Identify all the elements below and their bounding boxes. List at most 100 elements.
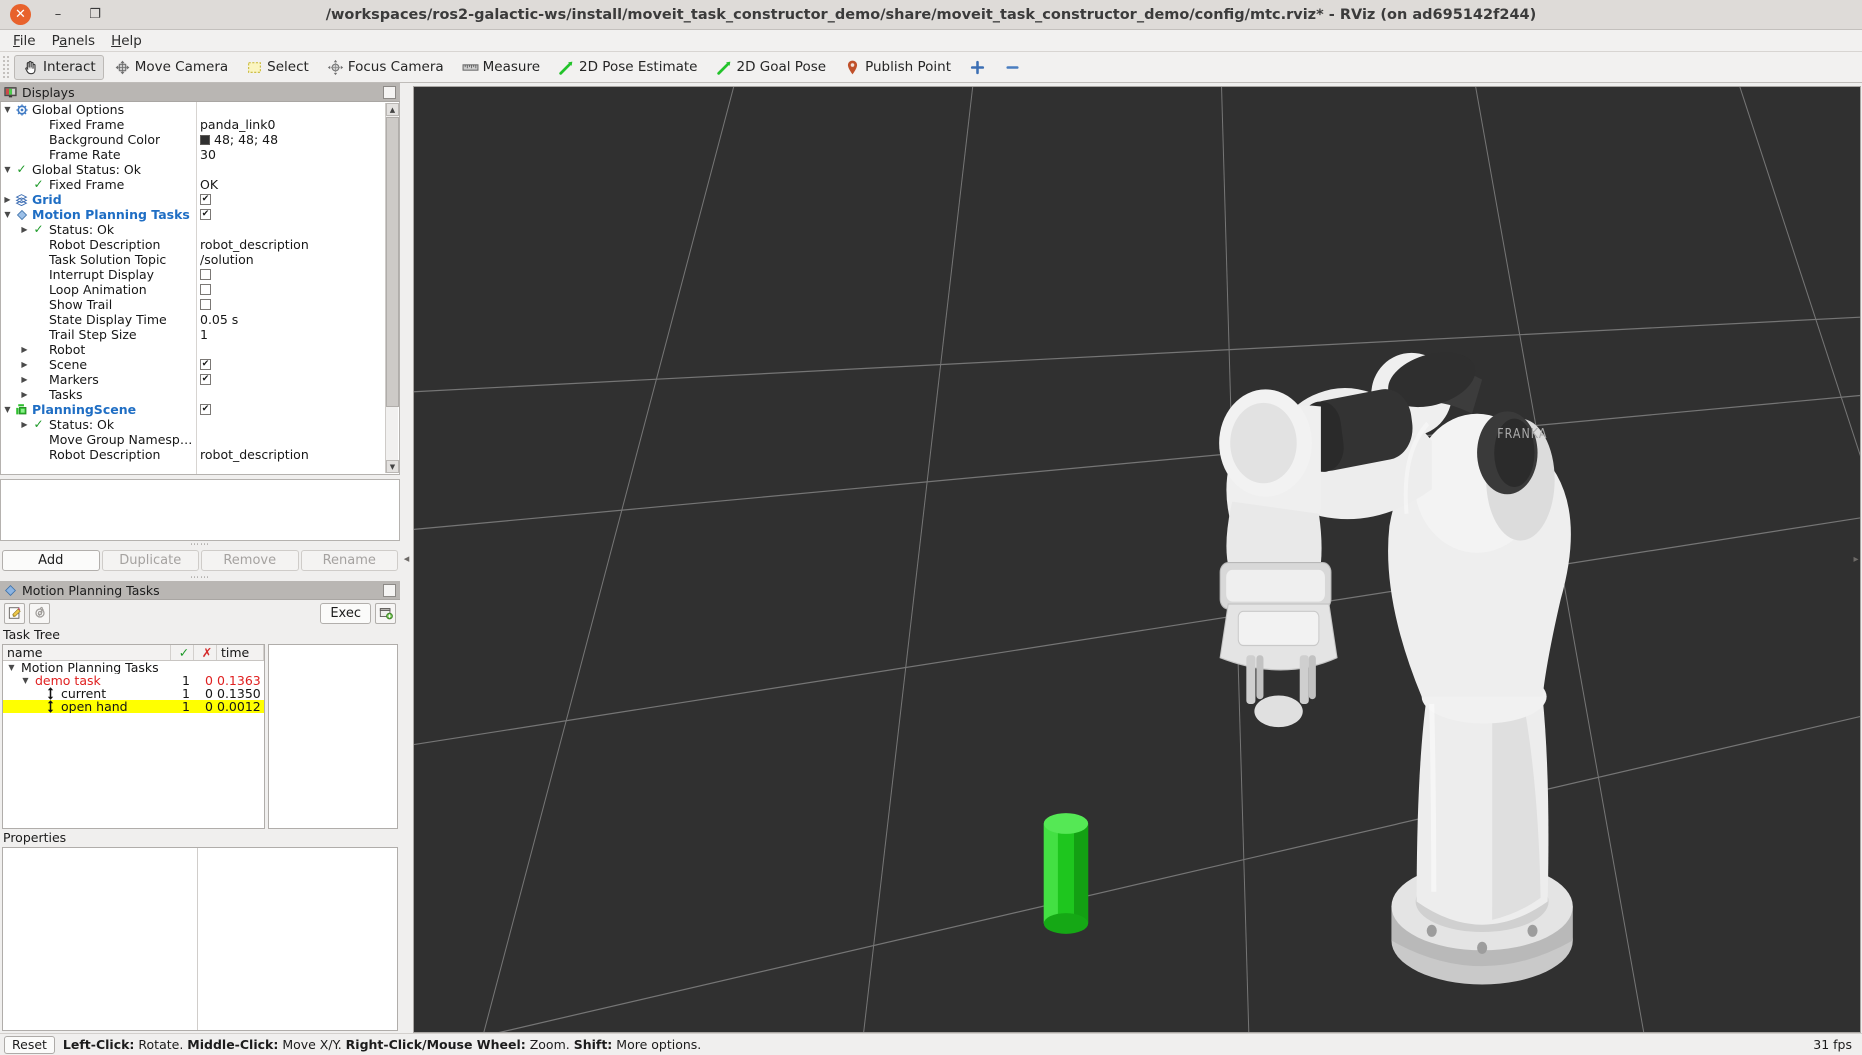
tool-2d-goal-pose[interactable]: 2D Goal Pose: [708, 55, 835, 80]
chevron-right-icon[interactable]: ▶: [18, 387, 31, 402]
tool-2d-pose-estimate[interactable]: 2D Pose Estimate: [550, 55, 705, 80]
displays-row[interactable]: State Display Time0.05 s: [1, 312, 399, 327]
chevron-down-icon[interactable]: ▼: [1, 162, 14, 177]
tool-select[interactable]: Select: [238, 55, 317, 80]
display-enable-checkbox[interactable]: ✔: [200, 359, 211, 370]
rename-display-button[interactable]: Rename: [301, 550, 399, 571]
displays-row-value-cell[interactable]: 48; 48; 48: [196, 132, 399, 147]
close-window-button[interactable]: ✕: [10, 4, 31, 25]
tool-interact[interactable]: Interact: [14, 55, 104, 80]
display-enable-checkbox[interactable]: ✔: [200, 194, 211, 205]
mpt-float-button[interactable]: [383, 584, 396, 597]
chevron-right-icon[interactable]: ▶: [18, 417, 31, 432]
displays-row[interactable]: Robot Descriptionrobot_description: [1, 447, 399, 462]
chevron-down-icon[interactable]: ▼: [19, 674, 32, 687]
menu-file[interactable]: File: [5, 31, 44, 51]
scrollbar-thumb[interactable]: [386, 117, 399, 407]
add-solution-view-button[interactable]: [375, 603, 396, 624]
displays-row-value-cell[interactable]: 0.05 s: [196, 312, 399, 327]
tool-measure[interactable]: Measure: [454, 55, 548, 80]
displays-row[interactable]: ▼Motion Planning Tasks✔: [1, 207, 399, 222]
displays-tree-scroll[interactable]: ▼Global OptionsFixed Framepanda_link0Bac…: [1, 102, 399, 474]
tool-focus-camera[interactable]: Focus Camera: [319, 55, 452, 80]
display-enable-checkbox[interactable]: [200, 284, 211, 295]
display-enable-checkbox[interactable]: ✔: [200, 209, 211, 220]
displays-row[interactable]: Trail Step Size1: [1, 327, 399, 342]
column-header-time[interactable]: time: [217, 645, 264, 660]
displays-row-value-cell[interactable]: ✔: [196, 404, 399, 415]
displays-row-value-cell[interactable]: 1: [196, 327, 399, 342]
displays-vertical-scrollbar[interactable]: ▲ ▼: [385, 103, 398, 473]
displays-row-value-cell[interactable]: robot_description: [196, 237, 399, 252]
displays-row[interactable]: Background Color48; 48; 48: [1, 132, 399, 147]
displays-row[interactable]: ▶✓Status: Ok: [1, 222, 399, 237]
column-header-failure[interactable]: ✗: [194, 645, 217, 660]
reset-view-button[interactable]: Reset: [4, 1036, 55, 1054]
displays-row[interactable]: ▶Grid✔: [1, 192, 399, 207]
displays-row-value-cell[interactable]: ✔: [196, 359, 399, 370]
displays-row[interactable]: ▶Tasks: [1, 387, 399, 402]
remove-display-button[interactable]: Remove: [201, 550, 299, 571]
displays-row-value-cell[interactable]: robot_description: [196, 447, 399, 462]
chevron-right-icon[interactable]: ▶: [18, 342, 31, 357]
task-settings-button[interactable]: [29, 603, 50, 624]
scroll-down-icon[interactable]: ▼: [386, 460, 399, 473]
displays-row[interactable]: Fixed Framepanda_link0: [1, 117, 399, 132]
displays-row-value-cell[interactable]: panda_link0: [196, 117, 399, 132]
menu-panels[interactable]: Panels: [44, 31, 103, 51]
displays-splitter-handle[interactable]: ⋯⋯: [0, 541, 400, 548]
displays-row[interactable]: ▶✓Status: Ok: [1, 417, 399, 432]
chevron-down-icon[interactable]: ▼: [1, 402, 14, 417]
duplicate-display-button[interactable]: Duplicate: [102, 550, 200, 571]
mpt-splitter-handle[interactable]: ⋯⋯: [0, 574, 400, 581]
column-header-name[interactable]: name: [3, 645, 171, 660]
toolbar-drag-handle[interactable]: [2, 55, 10, 79]
displays-row[interactable]: ▶Scene✔: [1, 357, 399, 372]
exec-button[interactable]: Exec: [320, 603, 371, 624]
displays-row-value-cell[interactable]: [196, 284, 399, 295]
display-enable-checkbox[interactable]: [200, 269, 211, 280]
chevron-right-icon[interactable]: ▶: [18, 372, 31, 387]
displays-row[interactable]: ▶Markers✔: [1, 372, 399, 387]
displays-row[interactable]: ▼Global Options: [1, 102, 399, 117]
displays-row-value-cell[interactable]: ✔: [196, 209, 399, 220]
minimize-window-button[interactable]: –: [48, 5, 68, 25]
display-enable-checkbox[interactable]: ✔: [200, 404, 211, 415]
tool-remove[interactable]: [996, 55, 1029, 80]
displays-row-value-cell[interactable]: ✔: [196, 374, 399, 385]
mpt-properties-table[interactable]: [2, 847, 398, 1031]
displays-float-button[interactable]: [383, 86, 396, 99]
column-header-success[interactable]: ✓: [171, 645, 194, 660]
chevron-down-icon[interactable]: ▼: [1, 207, 14, 222]
3d-viewport[interactable]: FRANKA ▸: [413, 86, 1861, 1033]
displays-row[interactable]: Move Group Namespace: [1, 432, 399, 447]
chevron-down-icon[interactable]: ▼: [1, 102, 14, 117]
chevron-right-icon[interactable]: ▶: [18, 357, 31, 372]
task-tree-table[interactable]: name ✓ ✗ time ▼Motion Planning Tasks▼dem…: [2, 644, 265, 829]
solutions-list[interactable]: [268, 644, 398, 829]
displays-row[interactable]: Show Trail: [1, 297, 399, 312]
displays-row[interactable]: Interrupt Display: [1, 267, 399, 282]
displays-row[interactable]: ✓Fixed FrameOK: [1, 177, 399, 192]
display-enable-checkbox[interactable]: [200, 299, 211, 310]
displays-row[interactable]: Robot Descriptionrobot_description: [1, 237, 399, 252]
tool-add[interactable]: [961, 55, 994, 80]
scroll-up-icon[interactable]: ▲: [386, 103, 399, 116]
displays-row-value-cell[interactable]: [196, 269, 399, 280]
displays-row[interactable]: ▼PlanningScene✔: [1, 402, 399, 417]
chevron-down-icon[interactable]: ▼: [5, 661, 18, 674]
displays-row[interactable]: Frame Rate30: [1, 147, 399, 162]
displays-row[interactable]: Task Solution Topic/solution: [1, 252, 399, 267]
displays-row-value-cell[interactable]: /solution: [196, 252, 399, 267]
displays-row-value-cell[interactable]: 30: [196, 147, 399, 162]
edit-task-button[interactable]: [4, 603, 25, 624]
tool-move-camera[interactable]: Move Camera: [106, 55, 236, 80]
task-tree-row[interactable]: open hand100.0012: [3, 700, 264, 713]
displays-row-value-cell[interactable]: OK: [196, 177, 399, 192]
menu-help[interactable]: Help: [103, 31, 150, 51]
chevron-right-icon[interactable]: ▶: [18, 222, 31, 237]
displays-row-value-cell[interactable]: [196, 299, 399, 310]
displays-row[interactable]: ▼✓Global Status: Ok: [1, 162, 399, 177]
left-dock-splitter[interactable]: ◂: [400, 83, 413, 1033]
displays-row-value-cell[interactable]: ✔: [196, 194, 399, 205]
